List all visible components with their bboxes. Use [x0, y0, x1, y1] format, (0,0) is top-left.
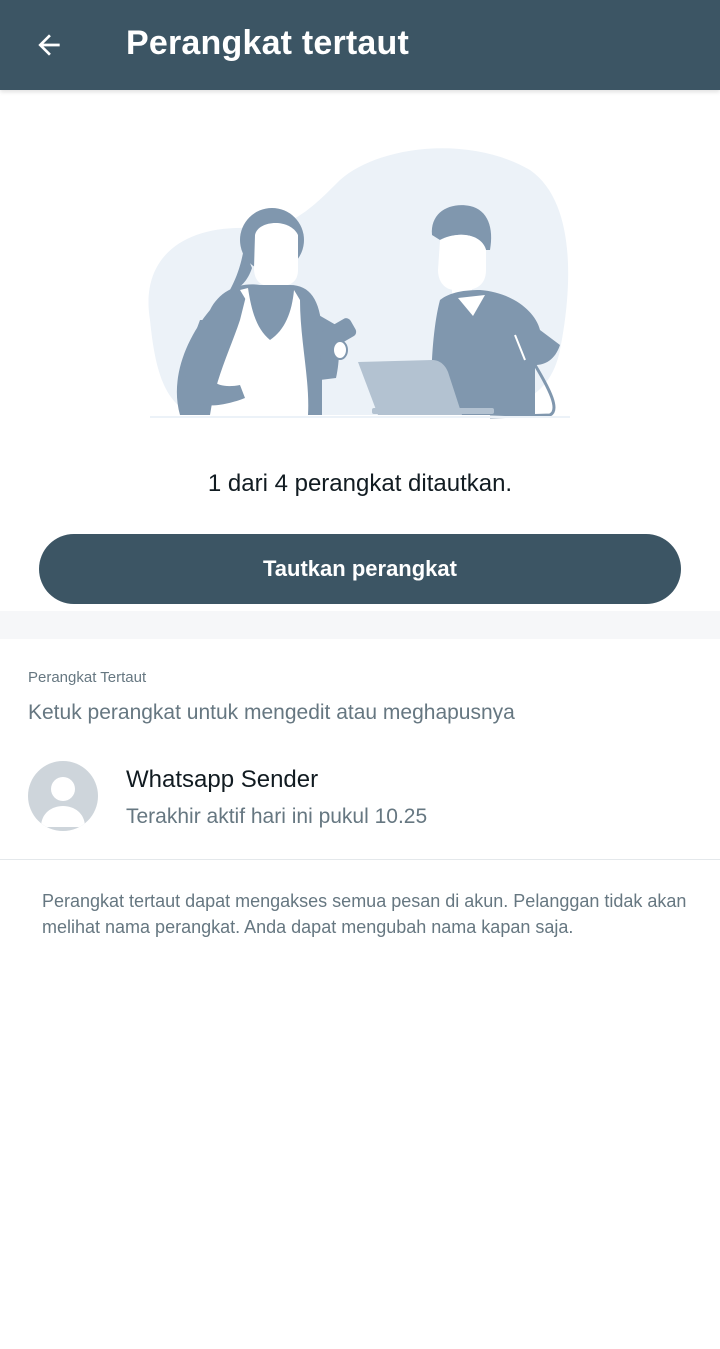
section-header: Perangkat Tertaut [28, 669, 147, 686]
app-bar: Perangkat tertaut [0, 0, 720, 90]
arrow-left-icon [38, 34, 60, 56]
linked-count-text: 1 dari 4 perangkat ditautkan. [207, 470, 513, 497]
row-divider [0, 859, 720, 860]
section-divider [0, 611, 720, 639]
device-list-item[interactable]: Whatsapp Sender Terakhir aktif hari ini … [0, 742, 720, 858]
device-name: Whatsapp Sender [126, 766, 319, 793]
section-subtitle: Ketuk perangkat untuk mengedit atau megh… [28, 701, 515, 724]
default-avatar-icon [28, 761, 98, 831]
page-title: Perangkat tertaut [126, 24, 410, 62]
linked-devices-illustration [140, 140, 580, 430]
link-device-button[interactable]: Tautkan perangkat [39, 534, 681, 604]
back-button[interactable] [18, 14, 80, 76]
footer-note: Perangkat tertaut dapat mengakses semua … [42, 891, 687, 937]
device-last-active: Terakhir aktif hari ini pukul 10.25 [126, 805, 428, 828]
